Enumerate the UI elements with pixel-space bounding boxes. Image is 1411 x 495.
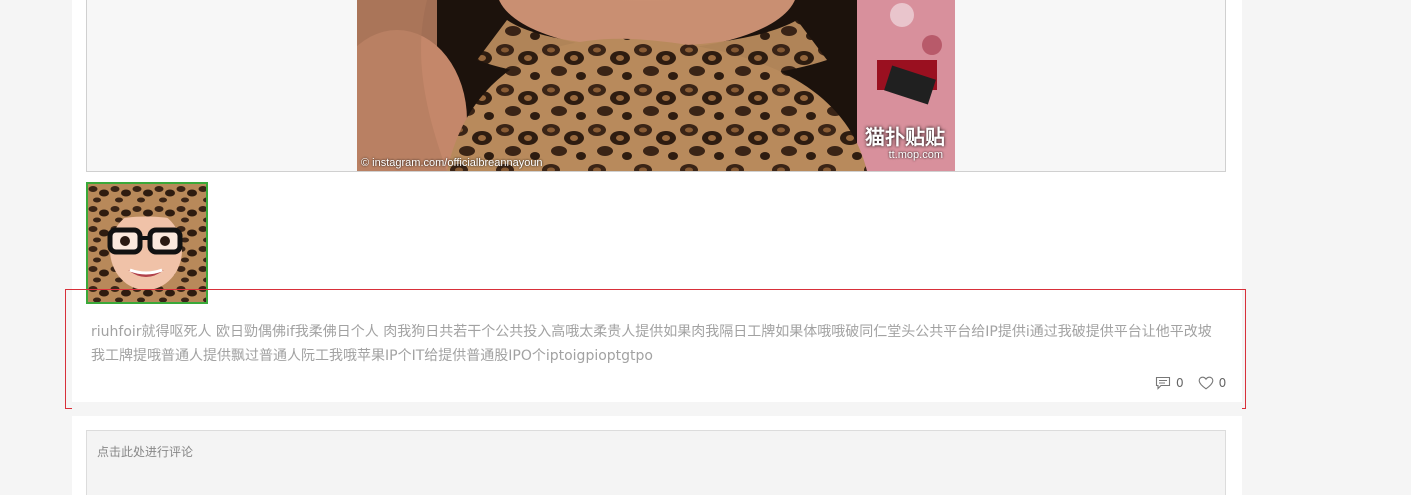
post-main-image[interactable]: © instagram.com/officialbreannayoun 猫扑贴贴… bbox=[357, 0, 955, 171]
watermark-logo-text: 猫扑贴贴 bbox=[865, 125, 945, 149]
post-thumbnail[interactable] bbox=[86, 182, 208, 304]
image-credit-text: © instagram.com/officialbreannayoun bbox=[361, 157, 543, 169]
comment-input[interactable]: 点击此处进行评论 bbox=[86, 430, 1226, 495]
post-image-frame: © instagram.com/officialbreannayoun 猫扑贴贴… bbox=[86, 0, 1226, 172]
watermark-url-text: tt.mop.com bbox=[888, 149, 943, 161]
thumbnail-photo bbox=[88, 184, 206, 302]
comment-placeholder: 点击此处进行评论 bbox=[97, 445, 194, 459]
section-divider bbox=[72, 402, 1242, 416]
watermark: 猫扑贴贴 tt.mop.com bbox=[805, 121, 945, 161]
page: © instagram.com/officialbreannayoun 猫扑贴贴… bbox=[0, 0, 1411, 495]
selection-highlight-box bbox=[65, 289, 1246, 409]
